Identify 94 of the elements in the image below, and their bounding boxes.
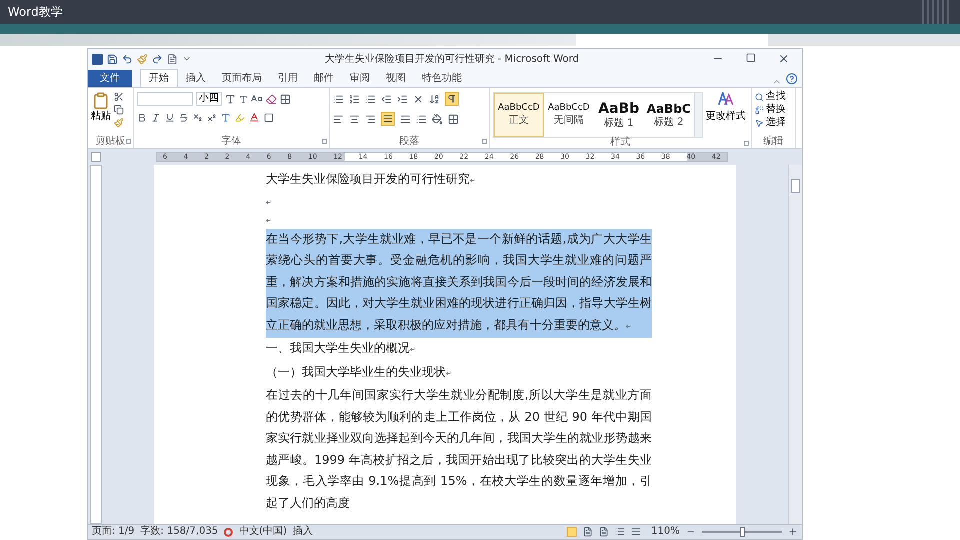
outline-view-icon[interactable] bbox=[615, 527, 626, 537]
font-name-field[interactable] bbox=[137, 92, 193, 106]
style-gallery-item[interactable]: AaBbCcD 正文 bbox=[494, 93, 544, 137]
copy-icon[interactable] bbox=[114, 105, 124, 115]
editing-icon bbox=[755, 106, 764, 114]
borders-icon[interactable] bbox=[448, 114, 459, 124]
paragraph-text: 在过去的十几年间国家实行大学生就业分配制度,所以大学生是就业方面的优势群体，能够较为顺利的走上工作岗位，从 20 世纪 90 年代中期国家实行就业择业双向选择起到今天的几年间，我国大学生的就业形势越来越严峻。1999 年高校扩招之后，我国开始出现了比较突出的大学生失业现象，毛入学率由 9.1%提高到 15%，在校大学生的数量逐年增加，引起了人们的高度 bbox=[266, 387, 652, 512]
scroll-thumb[interactable] bbox=[791, 179, 800, 193]
dialog-launcher-icon[interactable] bbox=[744, 141, 749, 146]
editing-button[interactable]: 选择 bbox=[755, 118, 786, 128]
dialog-launcher-icon[interactable] bbox=[322, 139, 327, 144]
slide-title: Word教学 bbox=[8, 4, 63, 21]
show-marks-button[interactable] bbox=[445, 92, 459, 106]
editing-button[interactable]: 查找 bbox=[755, 92, 786, 102]
ribbon-tab[interactable]: 邮件 bbox=[306, 70, 342, 87]
decrease-indent-icon[interactable] bbox=[381, 94, 392, 104]
dialog-launcher-icon[interactable] bbox=[126, 139, 131, 144]
superscript-icon[interactable] bbox=[207, 112, 217, 122]
editing-button[interactable]: 替换 bbox=[755, 105, 786, 115]
tab-selector-icon[interactable] bbox=[91, 152, 101, 162]
word-count[interactable]: 字数: 158/7,035 bbox=[140, 527, 218, 537]
line-spacing-icon[interactable] bbox=[416, 114, 427, 124]
shading-icon[interactable] bbox=[264, 112, 274, 122]
font-color-icon[interactable] bbox=[249, 112, 260, 123]
asian-layout-icon[interactable] bbox=[413, 94, 424, 104]
stripe-decoration bbox=[922, 0, 952, 24]
subscript-icon[interactable] bbox=[193, 112, 203, 122]
align-right-icon[interactable] bbox=[365, 114, 376, 124]
editing-icon bbox=[755, 118, 764, 128]
font-size-field[interactable]: 小四 bbox=[196, 92, 222, 106]
web-view-icon[interactable] bbox=[599, 527, 610, 537]
ribbon-tab[interactable]: 视图 bbox=[378, 70, 414, 87]
clear-format-icon[interactable] bbox=[266, 94, 277, 104]
group-label: 样式 bbox=[610, 138, 630, 148]
close-icon[interactable] bbox=[778, 53, 790, 65]
window-title: 大学生失业保险项目开发的可行性研究 - Microsoft Word bbox=[324, 52, 580, 66]
group-label: 剪贴板 bbox=[96, 137, 126, 147]
vertical-scrollbar[interactable] bbox=[788, 165, 802, 524]
style-gallery-item[interactable]: AaBbC 标题 2 bbox=[644, 93, 694, 137]
justify-icon bbox=[383, 114, 393, 124]
sort-icon[interactable] bbox=[429, 94, 440, 104]
underline-icon[interactable] bbox=[165, 112, 175, 122]
text-effects-icon[interactable] bbox=[221, 112, 231, 122]
strikethrough-icon[interactable] bbox=[179, 112, 189, 122]
cut-icon[interactable] bbox=[114, 92, 124, 102]
editing-icon bbox=[755, 92, 764, 102]
dialog-launcher-icon[interactable] bbox=[482, 139, 487, 144]
bold-icon[interactable] bbox=[137, 112, 147, 122]
redo-icon[interactable] bbox=[152, 54, 163, 64]
style-gallery-item[interactable]: AaBbCcD 无间隔 bbox=[544, 93, 594, 137]
zoom-slider-thumb[interactable] bbox=[740, 527, 745, 537]
bullets-icon[interactable] bbox=[333, 94, 344, 104]
multilevel-list-icon[interactable] bbox=[365, 94, 376, 104]
group-label: 编辑 bbox=[764, 137, 784, 147]
paste-button[interactable]: 粘贴 bbox=[91, 92, 111, 136]
word-logo-icon bbox=[92, 54, 103, 64]
document-icon[interactable] bbox=[167, 54, 178, 64]
ribbon-tab[interactable]: 特色功能 bbox=[414, 70, 470, 87]
align-center-icon[interactable] bbox=[349, 114, 360, 124]
align-left-icon[interactable] bbox=[333, 114, 344, 124]
ribbon-tab[interactable]: 开始 bbox=[140, 69, 178, 87]
grow-font-icon[interactable] bbox=[225, 94, 236, 104]
ribbon-tab[interactable]: 引用 bbox=[270, 70, 306, 87]
zoom-in-icon[interactable] bbox=[788, 527, 798, 537]
language-indicator[interactable]: 中文(中国) bbox=[239, 527, 288, 537]
help-icon[interactable] bbox=[786, 73, 798, 85]
style-gallery-item[interactable]: AaBb 标题 1 bbox=[594, 93, 644, 137]
italic-icon[interactable] bbox=[151, 112, 161, 122]
group-label: 段落 bbox=[400, 137, 420, 147]
save-icon[interactable] bbox=[107, 54, 118, 64]
undo-icon[interactable] bbox=[122, 54, 133, 64]
shrink-font-icon[interactable] bbox=[239, 94, 248, 104]
zoom-level[interactable]: 110% bbox=[651, 527, 680, 537]
pilcrow-icon bbox=[447, 94, 457, 104]
clipboard-icon bbox=[92, 92, 110, 110]
reading-view-icon[interactable] bbox=[583, 527, 594, 537]
numbering-icon[interactable] bbox=[349, 94, 360, 104]
change-styles-button[interactable]: 更改样式 bbox=[706, 92, 746, 138]
ribbon-tab[interactable]: 审阅 bbox=[342, 70, 378, 87]
insert-mode[interactable]: 插入 bbox=[293, 527, 314, 537]
character-border-icon[interactable] bbox=[280, 94, 291, 104]
shading-fill-icon[interactable] bbox=[432, 114, 443, 124]
increase-indent-icon[interactable] bbox=[397, 94, 408, 104]
page-count[interactable]: 页面: 1/9 bbox=[92, 527, 135, 537]
draft-view-icon[interactable] bbox=[631, 527, 642, 537]
ribbon-tab[interactable]: 页面布局 bbox=[214, 70, 270, 87]
group-label: 字体 bbox=[222, 137, 242, 147]
ribbon-tab[interactable]: 插入 bbox=[178, 70, 214, 87]
justify-button[interactable] bbox=[381, 112, 395, 126]
proofing-icon[interactable] bbox=[224, 528, 234, 536]
maximize-icon[interactable] bbox=[746, 53, 756, 63]
distribute-icon[interactable] bbox=[400, 114, 411, 124]
ribbon-tab[interactable]: 文件 bbox=[88, 70, 132, 87]
styles-icon bbox=[718, 92, 734, 106]
